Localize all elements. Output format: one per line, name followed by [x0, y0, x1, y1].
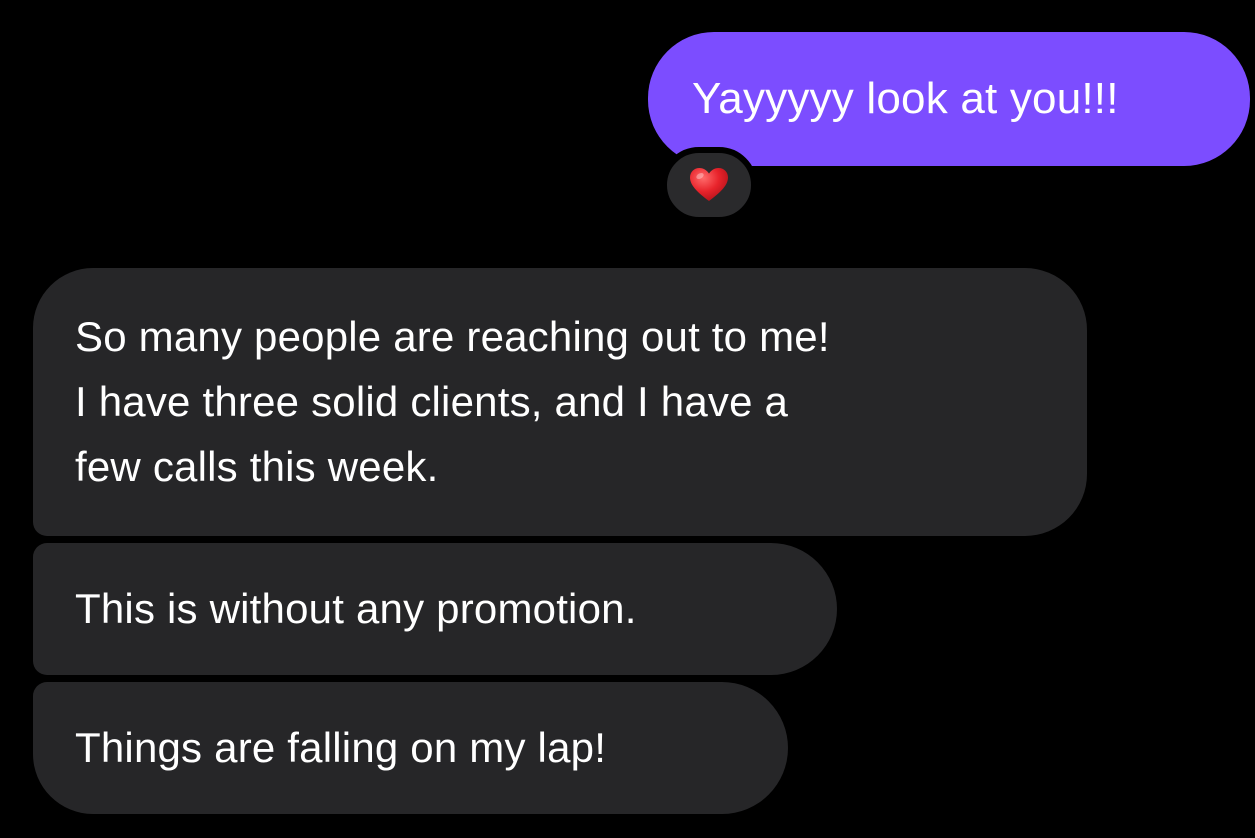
outgoing-message-bubble[interactable]: Yayyyyy look at you!!! — [648, 32, 1250, 166]
outgoing-message-text: Yayyyyy look at you!!! — [692, 74, 1119, 123]
message-line: I have three solid clients, and I have a — [75, 378, 789, 425]
red-heart-icon — [690, 168, 728, 201]
message-reaction[interactable] — [661, 147, 757, 223]
incoming-message-bubble[interactable]: Things are falling on my lap! — [33, 682, 788, 814]
message-line: This is without any promotion. — [75, 585, 637, 632]
message-line: So many people are reaching out to me! — [75, 313, 830, 360]
incoming-message-bubble[interactable]: So many people are reaching out to me! I… — [33, 268, 1087, 536]
message-line: Things are falling on my lap! — [75, 724, 607, 771]
incoming-message-bubble[interactable]: This is without any promotion. — [33, 543, 837, 675]
message-line: few calls this week. — [75, 443, 439, 490]
chat-thread: Yayyyyy look at you!!! So many people ar… — [0, 0, 1255, 838]
